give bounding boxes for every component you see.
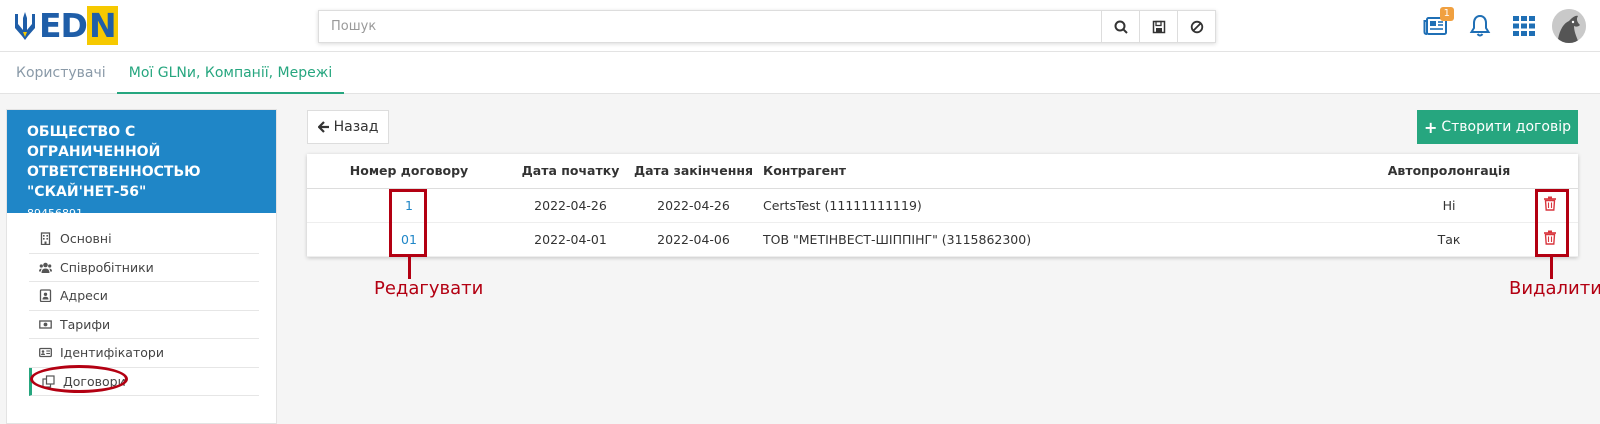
plus-icon: + [1423, 117, 1438, 137]
save-search-button[interactable] [1139, 11, 1177, 42]
table-header-row: Номер договору Дата початку Дата закінче… [307, 154, 1578, 189]
sidebar-item-label: Ідентифікатори [60, 345, 164, 361]
table-row: 1 2022-04-26 2022-04-26 CertsTest (11111… [307, 188, 1578, 223]
tab-my-glns[interactable]: Мої GLNи, Компанії, Мережі [117, 52, 344, 94]
tab-users[interactable]: Користувачі [16, 52, 106, 94]
company-name: ОБЩЕСТВО С ОГРАНИЧЕННОЙ ОТВЕТСТВЕННОСТЬЮ… [27, 124, 201, 200]
sidebar-item-identifiers[interactable]: Ідентифікатори [29, 339, 259, 368]
sidebar-item-label: Співробітники [60, 259, 154, 275]
edn-logo[interactable]: EDN [14, 6, 118, 45]
search-button[interactable] [1101, 11, 1139, 42]
user-avatar[interactable] [1552, 9, 1586, 43]
sidebar-item-employees[interactable]: Співробітники [29, 254, 259, 282]
back-button[interactable]: Назад [307, 110, 389, 144]
apps-grid-icon [1513, 16, 1535, 36]
edit-annotation-box [389, 189, 427, 257]
sidebar-item-label: Адреси [60, 288, 108, 304]
company-header: ОБЩЕСТВО С ОГРАНИЧЕННОЙ ОТВЕТСТВЕННОСТЬЮ… [7, 110, 276, 220]
contract-counterparty: CertsTest (11111111119) [757, 188, 1377, 223]
address-card-icon [39, 289, 52, 303]
contract-autoprolong: Ні [1377, 188, 1521, 223]
edit-annotation-label: Редагувати [374, 278, 484, 299]
contract-counterparty: ТОВ "МЕТІНВЕСТ-ШІППІНГ" (3115862300) [757, 222, 1377, 257]
contract-autoprolong: Так [1377, 222, 1521, 257]
notifications-button[interactable] [1458, 0, 1502, 52]
table-row: 01 2022-04-01 2022-04-06 ТОВ "МЕТІНВЕСТ-… [307, 222, 1578, 257]
delete-annotation-label: Видалити [1509, 278, 1600, 299]
delete-annotation-box [1535, 189, 1569, 257]
create-contract-button[interactable]: + Створити договір [1417, 110, 1578, 144]
top-icons: 1 [1414, 0, 1600, 52]
cancel-icon [1190, 20, 1203, 33]
sidebar-item-label: Тарифи [60, 316, 111, 332]
top-header: EDN 1 [0, 0, 1600, 52]
news-button[interactable]: 1 [1414, 0, 1458, 52]
bell-icon [1469, 14, 1491, 37]
id-card-icon [39, 348, 52, 358]
sidebar-item-addresses[interactable]: Адреси [29, 282, 259, 311]
column-header-actions [1521, 154, 1578, 189]
search-input[interactable] [319, 11, 1101, 42]
trident-icon [15, 12, 35, 40]
contract-start-date: 2022-04-01 [511, 222, 630, 257]
sidebar-item-tariffs[interactable]: Тарифи [29, 311, 259, 339]
contract-end-date: 2022-04-26 [630, 188, 757, 223]
contract-end-date: 2022-04-06 [630, 222, 757, 257]
clear-search-button[interactable] [1177, 11, 1215, 42]
building-icon [40, 232, 51, 246]
create-contract-label: Створити договір [1441, 119, 1572, 135]
sidebar-item-label: Основні [60, 231, 112, 247]
contracts-annotation-ellipse [30, 365, 128, 393]
sidebar-item-main[interactable]: Основні [29, 225, 259, 254]
column-header-start-date: Дата початку [511, 154, 630, 189]
column-header-end-date: Дата закінчення [630, 154, 757, 189]
arrow-left-icon [317, 121, 329, 133]
users-icon [39, 262, 52, 273]
save-icon [1152, 20, 1165, 33]
search-icon [1114, 20, 1128, 34]
news-badge: 1 [1439, 7, 1454, 21]
contract-start-date: 2022-04-26 [511, 188, 630, 223]
apps-button[interactable] [1502, 0, 1546, 52]
column-header-counterparty: Контрагент [757, 154, 1377, 189]
logo-text: EDN [39, 6, 118, 45]
tabs-bar: Користувачі Мої GLNи, Компанії, Мережі [0, 52, 1600, 94]
contracts-table: Номер договору Дата початку Дата закінче… [307, 154, 1578, 257]
back-button-label: Назад [333, 119, 379, 135]
company-code: 89456891 [27, 207, 83, 220]
column-header-autoprolong: Автопролонгація [1377, 154, 1521, 189]
column-header-number: Номер договору [307, 154, 511, 189]
avatar-image-icon [1552, 9, 1586, 43]
delete-annotation-line [1550, 257, 1553, 279]
edit-annotation-line [408, 257, 411, 279]
search-bar [318, 10, 1216, 43]
money-icon [39, 320, 52, 329]
